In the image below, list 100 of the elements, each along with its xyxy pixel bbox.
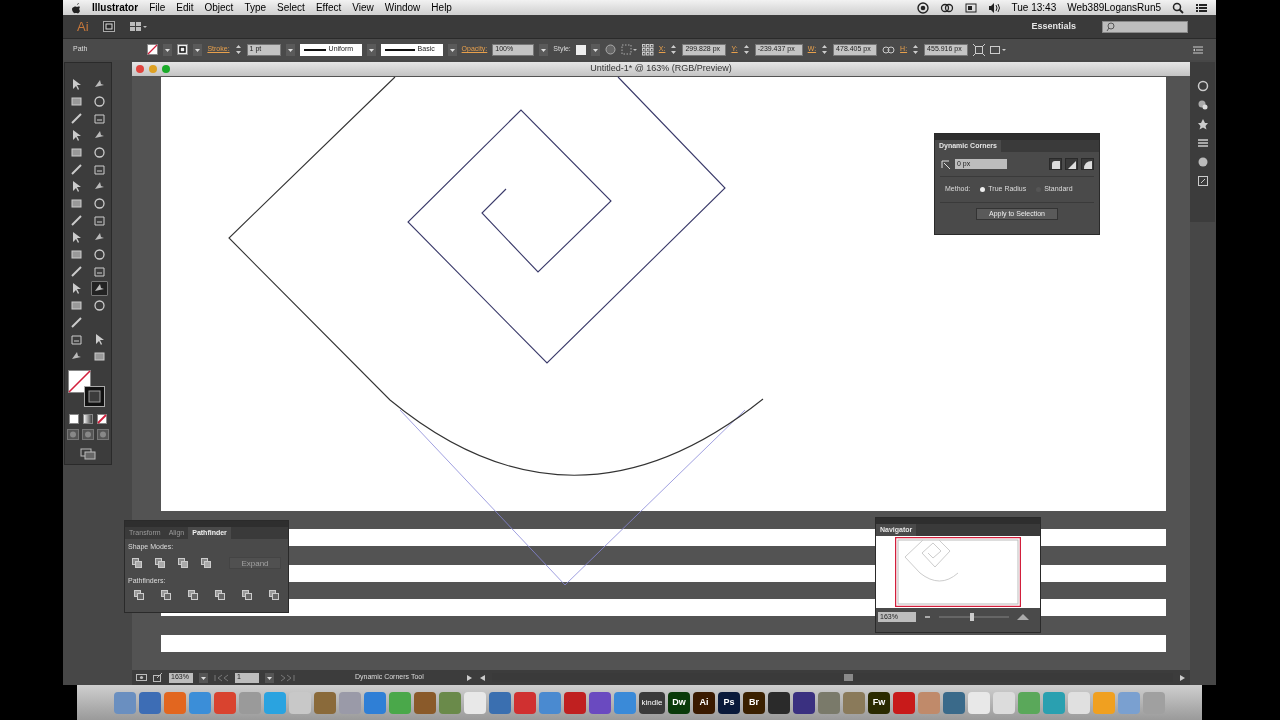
caret-icon[interactable] bbox=[163, 43, 173, 56]
link-icon[interactable] bbox=[882, 44, 896, 55]
shape-mode-icon[interactable] bbox=[155, 557, 165, 568]
corner-type-button[interactable] bbox=[1081, 158, 1094, 170]
pathfinder-icon[interactable] bbox=[215, 590, 225, 600]
tool-button[interactable] bbox=[91, 247, 108, 262]
panel-icon[interactable] bbox=[1196, 137, 1209, 149]
shape-mode-icon[interactable] bbox=[201, 557, 211, 568]
shape-mode-icon[interactable] bbox=[178, 557, 188, 568]
tool-button[interactable] bbox=[68, 196, 85, 211]
tool-button[interactable] bbox=[68, 145, 85, 160]
panel-icon[interactable] bbox=[1196, 118, 1209, 130]
tool-button[interactable] bbox=[68, 298, 85, 313]
pathfinder-icon[interactable] bbox=[269, 590, 279, 600]
apple-icon[interactable] bbox=[71, 1, 81, 14]
options-icon[interactable] bbox=[990, 43, 1007, 56]
caret-icon[interactable] bbox=[366, 43, 376, 56]
pathfinder-icon[interactable] bbox=[242, 590, 252, 600]
scroll-right-icon[interactable] bbox=[1179, 673, 1186, 682]
arrange-documents-icon[interactable] bbox=[128, 21, 147, 32]
menu-clock[interactable]: Tue 13:43 bbox=[1011, 0, 1057, 15]
app-icon[interactable]: kindle bbox=[639, 691, 665, 714]
corner-type-button[interactable] bbox=[1049, 158, 1062, 170]
record-icon[interactable] bbox=[916, 1, 929, 14]
shape-mode-icon[interactable] bbox=[132, 557, 142, 568]
fill-swatch-icon[interactable] bbox=[147, 44, 159, 55]
search-field[interactable] bbox=[1102, 20, 1188, 33]
app-icon[interactable]: Ai bbox=[693, 691, 715, 714]
stepper-icon[interactable] bbox=[912, 44, 920, 55]
menu-item[interactable]: Effect bbox=[315, 0, 342, 15]
reference-point-icon[interactable] bbox=[641, 43, 654, 56]
tool-button[interactable] bbox=[91, 298, 108, 313]
menu-icon[interactable] bbox=[1195, 1, 1208, 14]
caret-icon[interactable] bbox=[193, 43, 203, 56]
app-icon[interactable] bbox=[768, 691, 790, 714]
volume-icon[interactable] bbox=[987, 1, 1001, 14]
tool-button[interactable] bbox=[91, 94, 108, 109]
tool-button[interactable] bbox=[91, 196, 108, 211]
navigator-preview[interactable] bbox=[895, 537, 1021, 607]
app-icon[interactable] bbox=[589, 691, 611, 714]
style-swatch[interactable] bbox=[575, 44, 586, 55]
tool-button[interactable] bbox=[68, 247, 85, 262]
menu-item[interactable]: Object bbox=[204, 0, 234, 15]
pathfinder-icon[interactable] bbox=[161, 590, 171, 600]
color-mode-icon[interactable] bbox=[69, 414, 79, 424]
caret-icon[interactable] bbox=[539, 43, 549, 56]
panel-menu-icon[interactable] bbox=[1193, 44, 1203, 55]
play-icon[interactable] bbox=[466, 673, 473, 682]
app-icon[interactable]: Fw bbox=[868, 691, 890, 714]
panel-icon[interactable] bbox=[1196, 80, 1209, 92]
menu-item[interactable]: Help bbox=[431, 0, 452, 15]
panel-icon[interactable] bbox=[1196, 156, 1209, 168]
search-icon[interactable] bbox=[1172, 1, 1184, 14]
display-icon[interactable] bbox=[964, 1, 977, 14]
share-icon[interactable] bbox=[153, 673, 163, 682]
stroke-swatch-icon[interactable] bbox=[177, 44, 189, 55]
gradient-mode-icon[interactable] bbox=[83, 414, 93, 424]
stepper-icon[interactable] bbox=[670, 44, 678, 55]
corner-type-button[interactable] bbox=[1065, 158, 1078, 170]
user-name[interactable]: Web389LogansRun5 bbox=[1067, 0, 1161, 15]
menu-item[interactable]: View bbox=[352, 0, 374, 15]
stepper-icon[interactable] bbox=[234, 44, 242, 55]
stepper-icon[interactable] bbox=[821, 44, 829, 55]
view-icon[interactable] bbox=[136, 673, 147, 682]
menu-item[interactable]: Edit bbox=[176, 0, 194, 15]
zoom-in-icon[interactable] bbox=[1017, 612, 1029, 622]
pathfinder-icon[interactable] bbox=[188, 590, 198, 600]
app-icon[interactable]: Dw bbox=[668, 691, 690, 714]
tool-button[interactable] bbox=[91, 145, 108, 160]
caret-icon[interactable] bbox=[285, 43, 295, 56]
fill-swatch-icon[interactable] bbox=[68, 370, 91, 393]
menu-item[interactable]: Select bbox=[277, 0, 305, 15]
stroke-swatch-icon[interactable] bbox=[84, 386, 105, 407]
search-icon bbox=[1106, 21, 1115, 32]
close-button[interactable] bbox=[136, 65, 144, 73]
caret-icon[interactable] bbox=[447, 43, 457, 56]
pathfinder-icon[interactable] bbox=[134, 590, 144, 600]
rings-icon[interactable] bbox=[939, 1, 954, 14]
caret-icon[interactable] bbox=[590, 43, 600, 56]
workspace-switcher[interactable]: Essentials bbox=[1031, 19, 1076, 34]
app-icon[interactable] bbox=[793, 691, 815, 714]
scroll-left-icon[interactable] bbox=[479, 673, 486, 682]
tool-button[interactable] bbox=[68, 94, 85, 109]
tool-button[interactable] bbox=[91, 349, 108, 364]
panel-icon[interactable] bbox=[1196, 175, 1209, 187]
caret-icon[interactable] bbox=[199, 672, 208, 683]
stepper-icon[interactable] bbox=[742, 44, 750, 55]
screen-mode-icon[interactable] bbox=[80, 448, 96, 460]
menu-item[interactable]: Window bbox=[384, 0, 421, 15]
menu-item[interactable]: Type bbox=[244, 0, 267, 15]
app-icon[interactable]: Br bbox=[743, 691, 765, 714]
app-icon[interactable]: Ps bbox=[718, 691, 740, 714]
none-mode-icon[interactable] bbox=[97, 414, 107, 424]
menu-item[interactable]: File bbox=[149, 0, 166, 15]
transform-icon[interactable] bbox=[973, 43, 986, 56]
caret-icon[interactable] bbox=[265, 672, 274, 683]
panel-icon[interactable] bbox=[1196, 99, 1209, 111]
app-icon[interactable] bbox=[564, 691, 586, 714]
app-menu[interactable]: Illustrator bbox=[92, 0, 139, 15]
tool-button[interactable] bbox=[91, 281, 108, 296]
